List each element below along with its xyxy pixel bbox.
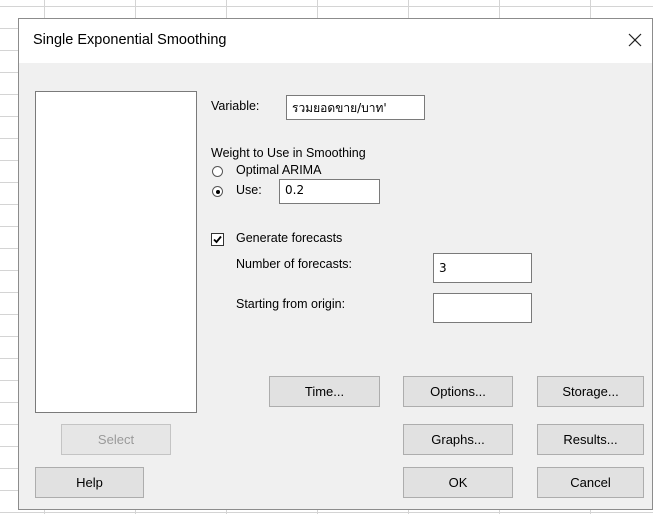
generate-forecasts-checkbox[interactable]: [211, 233, 224, 246]
storage-button[interactable]: Storage...: [537, 376, 644, 407]
number-of-forecasts-label: Number of forecasts:: [236, 257, 353, 271]
dialog-body: Variable: รวมยอดขาย/บาท' Weight to Use i…: [19, 63, 652, 509]
close-icon: [628, 33, 642, 47]
starting-origin-input[interactable]: [433, 293, 532, 323]
checkmark-icon: [213, 235, 222, 244]
dialog-title: Single Exponential Smoothing: [33, 32, 227, 48]
variable-input[interactable]: รวมยอดขาย/บาท': [286, 95, 425, 120]
help-button[interactable]: Help: [35, 467, 144, 498]
number-of-forecasts-input[interactable]: 3: [433, 253, 532, 283]
select-button[interactable]: Select: [61, 424, 171, 455]
columns-listbox[interactable]: [35, 91, 197, 413]
variable-label: Variable:: [211, 99, 260, 113]
close-button[interactable]: [620, 25, 650, 55]
dialog-titlebar: Single Exponential Smoothing: [19, 19, 652, 63]
ok-button[interactable]: OK: [403, 467, 513, 498]
options-button[interactable]: Options...: [403, 376, 513, 407]
optimal-arima-label: Optimal ARIMA: [236, 163, 322, 177]
use-weight-input[interactable]: 0.2: [279, 179, 380, 204]
cancel-button[interactable]: Cancel: [537, 467, 644, 498]
results-button[interactable]: Results...: [537, 424, 644, 455]
weight-heading: Weight to Use in Smoothing: [211, 146, 366, 160]
single-exponential-smoothing-dialog: Single Exponential Smoothing Variable: ร…: [18, 18, 653, 510]
optimal-arima-radio[interactable]: [212, 166, 223, 177]
use-weight-radio[interactable]: [212, 186, 223, 197]
starting-origin-label: Starting from origin:: [236, 297, 346, 311]
use-weight-label: Use:: [236, 183, 262, 197]
graphs-button[interactable]: Graphs...: [403, 424, 513, 455]
generate-forecasts-label: Generate forecasts: [236, 231, 343, 245]
time-button[interactable]: Time...: [269, 376, 380, 407]
